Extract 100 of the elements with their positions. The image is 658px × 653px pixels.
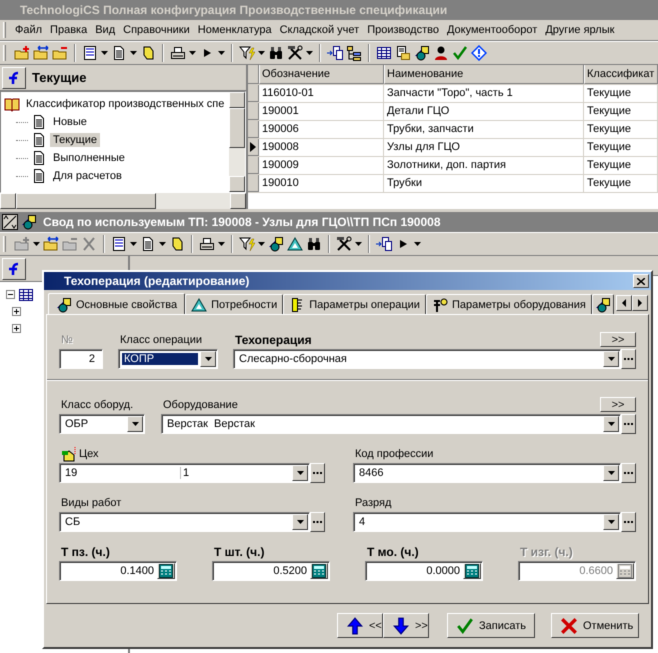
number-field[interactable]: 0.5200 (212, 561, 330, 581)
caret-icon[interactable] (130, 242, 137, 246)
column-header[interactable]: Классификат (584, 65, 658, 84)
menu-item[interactable]: Складской учет (276, 23, 364, 37)
dropdown-button[interactable] (603, 465, 619, 481)
caret-icon[interactable] (258, 51, 265, 55)
dropdown-button[interactable] (127, 416, 143, 432)
caret-icon[interactable] (33, 242, 40, 246)
tree-icon[interactable] (346, 45, 362, 61)
tools-icon[interactable] (287, 45, 303, 61)
caret-icon[interactable] (258, 242, 265, 246)
menu-item[interactable]: Файл (11, 23, 46, 37)
caret-icon[interactable] (159, 242, 166, 246)
triangle-icon[interactable] (287, 236, 303, 252)
caret-icon[interactable] (414, 242, 421, 246)
dropdown-field[interactable]: 8466 (353, 463, 621, 483)
more-button[interactable]: >> (600, 332, 636, 347)
tab[interactable]: Параметры операции (283, 294, 426, 314)
row-header[interactable] (248, 139, 259, 156)
scroll-left-button[interactable] (616, 295, 632, 311)
dropdown-field[interactable]: 4 (353, 512, 621, 532)
menu-item[interactable]: Другие ярлык (541, 23, 618, 37)
scroll-right-button[interactable] (632, 295, 648, 311)
navigate-button[interactable] (2, 66, 26, 88)
caret-icon[interactable] (189, 51, 196, 55)
shapes-icon[interactable] (414, 45, 430, 61)
dropdown-button[interactable] (292, 465, 308, 481)
folder-minus-icon[interactable] (62, 236, 78, 252)
tab[interactable]: Потребности (185, 294, 284, 314)
collapse-icon[interactable] (6, 290, 15, 299)
tab[interactable]: Основные свойства (48, 293, 186, 314)
more-button[interactable]: >> (600, 397, 636, 412)
menu-item[interactable]: Справочники (119, 23, 194, 37)
tab[interactable] (592, 294, 614, 314)
caret-icon[interactable] (218, 242, 225, 246)
calculator-button[interactable] (157, 563, 175, 579)
tree-item[interactable]: Текущие (50, 133, 100, 147)
check-icon[interactable] (452, 45, 468, 61)
number-field[interactable]: 0.1400 (59, 561, 177, 581)
caret-icon[interactable] (130, 51, 137, 55)
binoculars-icon[interactable] (268, 45, 284, 61)
copy-icon[interactable] (376, 236, 392, 252)
tree-item[interactable]: Новые (50, 115, 90, 129)
binoculars-icon[interactable] (306, 236, 322, 252)
next-button[interactable]: >> (383, 613, 429, 638)
dropdown-button[interactable] (603, 514, 619, 530)
browse-button[interactable] (621, 512, 636, 532)
shapes-icon[interactable] (268, 236, 284, 252)
previous-button[interactable]: << (337, 613, 383, 638)
calculator-button[interactable] (310, 563, 328, 579)
dropdown-field[interactable]: СБ (59, 512, 310, 532)
filter-icon[interactable] (239, 236, 255, 252)
dropdown-field[interactable]: КОПР (118, 349, 218, 369)
close-button[interactable] (633, 274, 649, 288)
expand-icon[interactable] (12, 324, 21, 333)
list-icon[interactable] (82, 45, 98, 61)
dropdown-button[interactable] (603, 351, 619, 367)
cut-icon[interactable] (81, 236, 97, 252)
browse-button[interactable] (310, 512, 325, 532)
number-field[interactable]: 0.0000 (365, 561, 483, 581)
document-icon[interactable] (111, 45, 127, 61)
menu-item[interactable]: Вид (91, 23, 120, 37)
browse-button[interactable] (310, 463, 325, 483)
menu-item[interactable]: Номенклатура (194, 23, 276, 37)
vertical-scrollbar[interactable] (229, 92, 245, 192)
browse-button[interactable] (621, 463, 636, 483)
list-icon[interactable] (111, 236, 127, 252)
browse-button[interactable] (621, 349, 636, 369)
cancel-button[interactable]: Отменить (551, 613, 639, 638)
number-field[interactable]: 2 (59, 349, 103, 369)
folder-minus-icon[interactable] (52, 45, 68, 61)
copy-icon[interactable] (327, 45, 343, 61)
folder-plus-icon[interactable] (14, 45, 30, 61)
arrange-icon[interactable] (2, 214, 18, 230)
dropdown-button[interactable] (603, 416, 619, 432)
dropdown-button[interactable] (200, 351, 216, 367)
save-button[interactable]: Записать (447, 613, 535, 638)
caret-icon[interactable] (218, 51, 225, 55)
tree-item[interactable]: Классификатор производственных спе (23, 97, 228, 111)
printer-icon[interactable] (199, 236, 215, 252)
caret-icon[interactable] (306, 51, 313, 55)
dropdown-field[interactable]: Слесарно-сборочная (233, 349, 621, 369)
dropdown-field[interactable]: Верстак Верстак (161, 414, 621, 434)
tree-item[interactable]: Выполненные (50, 151, 128, 165)
document-icon[interactable] (140, 236, 156, 252)
browse-button[interactable] (621, 414, 636, 434)
column-header[interactable]: Обозначение (259, 65, 384, 84)
table-icon[interactable] (376, 45, 392, 61)
document-stack-icon[interactable] (395, 45, 411, 61)
caret-icon[interactable] (355, 242, 362, 246)
menu-item[interactable]: Правка (46, 23, 92, 37)
diamond-icon[interactable] (471, 45, 487, 61)
filter-icon[interactable] (239, 45, 255, 61)
navigate-button[interactable] (2, 258, 26, 280)
menu-item[interactable]: Документооборот (442, 23, 542, 37)
tree-item[interactable]: Для расчетов (50, 169, 125, 183)
dropdown-field[interactable]: ОБР (59, 414, 145, 434)
calculator-button[interactable] (463, 563, 481, 579)
dropdown-button[interactable] (292, 514, 308, 530)
caret-icon[interactable] (101, 51, 108, 55)
